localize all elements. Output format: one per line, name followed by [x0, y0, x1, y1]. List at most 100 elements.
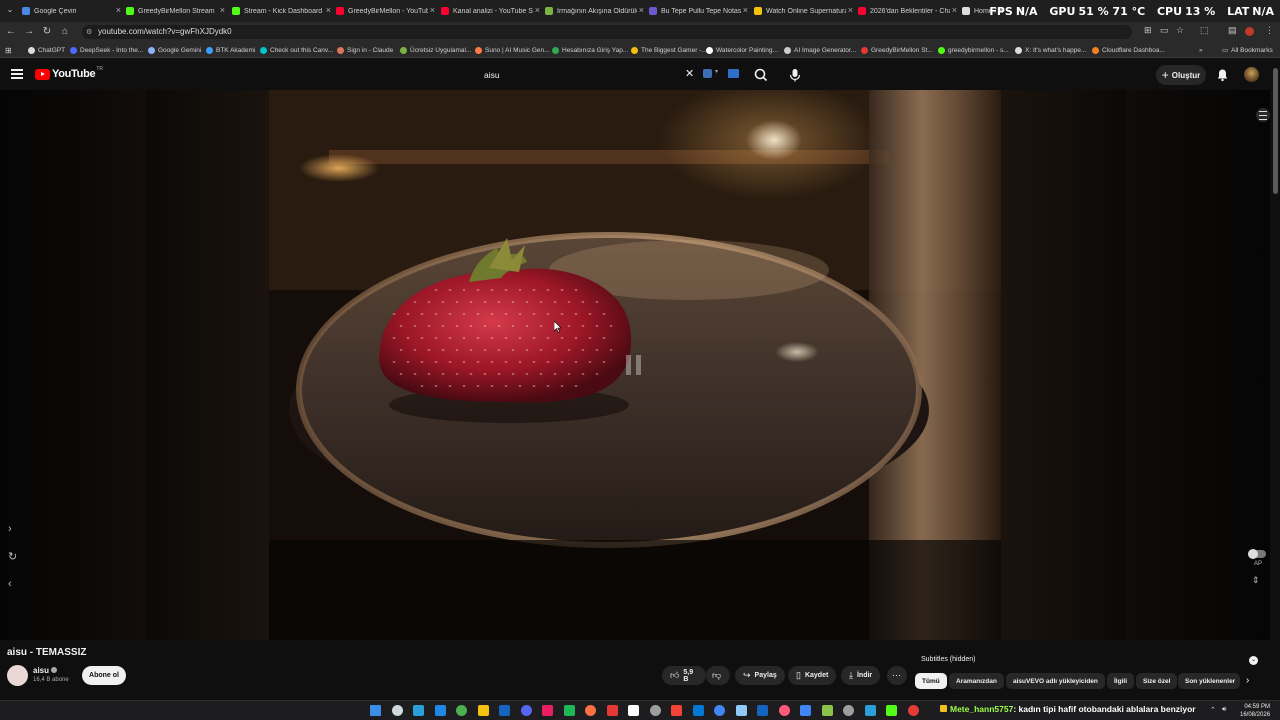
create-button[interactable]: + Oluştur: [1156, 65, 1206, 85]
filter-chip[interactable]: İlgili: [1107, 673, 1134, 689]
star-icon[interactable]: ☆: [1176, 25, 1184, 36]
back-icon[interactable]: ←: [4, 25, 18, 39]
close-tab-icon[interactable]: ×: [326, 5, 331, 15]
next-chevron-icon[interactable]: ›: [8, 523, 12, 535]
more-button[interactable]: ⋯: [887, 666, 907, 685]
bookmark-item[interactable]: Check out this Canv...: [260, 44, 333, 56]
youtube-logo[interactable]: YouTube TR: [35, 66, 103, 80]
cast-icon[interactable]: ▭: [1160, 25, 1169, 36]
mic-icon[interactable]: [787, 66, 803, 84]
search-input[interactable]: [476, 66, 700, 84]
filter-chip[interactable]: aisuVEVO adlı yükleyiciden: [1006, 673, 1105, 689]
app-icon[interactable]: [778, 705, 790, 716]
app-icon[interactable]: [692, 705, 704, 716]
bookmark-item[interactable]: X: It's what's happe...: [1015, 44, 1086, 56]
bookmark-item[interactable]: Suno | AI Music Gen...: [475, 44, 550, 56]
bell-icon[interactable]: [1216, 68, 1229, 82]
subscribe-button[interactable]: Abone ol: [82, 666, 126, 685]
input-tools-icon[interactable]: [703, 69, 712, 78]
bookmark-item[interactable]: ChatGPT: [28, 44, 65, 56]
app-icon[interactable]: [542, 705, 553, 716]
browser-tab[interactable]: Kanal analizi - YouTube Studio×: [441, 2, 543, 20]
video-player[interactable]: › ↻ ‹ ⇕: [0, 90, 1270, 640]
mail-icon[interactable]: [499, 705, 510, 716]
edge-icon[interactable]: [434, 705, 446, 716]
task-view-icon[interactable]: [391, 705, 403, 716]
browser-tab[interactable]: GreedyBirMellon Stream ×: [126, 2, 228, 20]
bookmark-item[interactable]: Sign in - Claude: [337, 44, 393, 56]
address-bar[interactable]: youtube.com/watch?v=gwFhXJDydk0: [82, 25, 1132, 39]
translate-page-icon[interactable]: ⊞: [1144, 25, 1152, 36]
bookmark-item[interactable]: DeepSeek - Into the...: [70, 44, 143, 56]
close-tab-icon[interactable]: ×: [220, 5, 225, 15]
bookmark-item[interactable]: Cloudflare Dashboa...: [1092, 44, 1165, 56]
sticky-notes-icon[interactable]: [477, 705, 489, 716]
channel-avatar[interactable]: [7, 665, 28, 686]
obs-icon[interactable]: [843, 705, 854, 716]
filter-chip[interactable]: Tümü: [915, 673, 947, 689]
home-icon[interactable]: ⌂: [58, 25, 72, 39]
browser-tab[interactable]: GreedyBirMellon - YouTube ×: [336, 2, 438, 20]
filter-chip[interactable]: Son yüklenenler: [1178, 673, 1240, 689]
clear-search-icon[interactable]: ✕: [685, 67, 694, 80]
close-tab-icon[interactable]: ×: [639, 5, 644, 15]
scrollbar-thumb[interactable]: [1273, 68, 1278, 194]
channel-name[interactable]: aisu: [33, 666, 49, 675]
chrome-icon[interactable]: [714, 705, 725, 716]
app-icon[interactable]: [671, 705, 682, 716]
extensions-icon[interactable]: ⬚: [1200, 25, 1209, 36]
search-icon[interactable]: [752, 66, 770, 84]
replay-icon[interactable]: ↻: [8, 550, 17, 563]
app-icon[interactable]: [735, 705, 747, 716]
bookmark-item[interactable]: BTK Akademi: [206, 44, 255, 56]
discord-icon[interactable]: [520, 705, 532, 716]
filter-chip[interactable]: Size özel: [1136, 673, 1178, 689]
expand-icon[interactable]: ⇕: [1252, 575, 1260, 586]
app-icon[interactable]: [800, 705, 811, 716]
like-button[interactable]: 👍︎ 5,9 B: [662, 666, 706, 685]
close-tab-icon[interactable]: ×: [952, 5, 957, 15]
previous-chevron-icon[interactable]: ‹: [8, 578, 12, 590]
spotify-icon[interactable]: [563, 705, 575, 716]
forward-icon[interactable]: →: [22, 25, 36, 39]
bookmark-item[interactable]: GreedyBirMellon St...: [861, 44, 933, 56]
browser-menu-icon[interactable]: ⋮: [1265, 25, 1274, 36]
share-button[interactable]: ↪ Paylaş: [735, 666, 785, 685]
browser-tab[interactable]: Google Çeviri ×: [22, 2, 124, 20]
window-icon[interactable]: [757, 705, 768, 716]
bookmarks-overflow-icon[interactable]: »: [1199, 44, 1203, 56]
xbox-icon[interactable]: [456, 705, 467, 716]
browser-tab[interactable]: Stream - Kick Dashboard ×: [232, 2, 334, 20]
opera-icon[interactable]: [606, 705, 618, 716]
keyboard-icon[interactable]: [728, 69, 739, 78]
recording-icon[interactable]: [907, 705, 919, 716]
browser-tab[interactable]: Watch Online Supernatural ×: [754, 2, 856, 20]
collapse-icon[interactable]: ⌄: [1249, 656, 1258, 665]
browser-tab[interactable]: 2026'dan Beklentiler - Chat...×: [858, 2, 960, 20]
clock[interactable]: 04:59 PM 16/08/2026: [1240, 703, 1270, 719]
download-button[interactable]: ⤓ İndir: [841, 666, 881, 685]
bookmark-item[interactable]: Watercolor Painting...: [706, 44, 778, 56]
file-icon[interactable]: [628, 705, 639, 716]
close-tab-icon[interactable]: ×: [743, 5, 748, 15]
volume-icon[interactable]: 🔊︎: [1222, 706, 1226, 714]
filter-chip[interactable]: Aramanızdan: [949, 673, 1004, 689]
close-tab-icon[interactable]: ×: [848, 5, 853, 15]
browser-tab[interactable]: İrmağının Akışına Öldürülen...×: [545, 2, 647, 20]
account-avatar[interactable]: [1244, 67, 1259, 82]
menu-icon[interactable]: [11, 69, 23, 79]
bookmark-item[interactable]: Hesabınıza Giriş Yap...: [552, 44, 628, 56]
bookmark-item[interactable]: Ücretsiz Uygulamal...: [400, 44, 471, 56]
chapters-icon[interactable]: [1256, 108, 1270, 122]
video-frame[interactable]: [269, 90, 1001, 640]
profile-avatar[interactable]: [1245, 27, 1254, 36]
pause-icon[interactable]: [626, 355, 642, 375]
apps-icon[interactable]: ⊞: [5, 44, 12, 56]
autoplay-toggle[interactable]: [1248, 549, 1266, 559]
bookmark-item[interactable]: AI Image Generator...: [784, 44, 856, 56]
app-icon[interactable]: [585, 705, 596, 716]
close-tab-icon[interactable]: ×: [116, 5, 121, 15]
app-icon[interactable]: [649, 705, 661, 716]
sidebar-icon[interactable]: ▤: [1228, 25, 1237, 36]
xbox-app-icon[interactable]: [886, 705, 897, 716]
